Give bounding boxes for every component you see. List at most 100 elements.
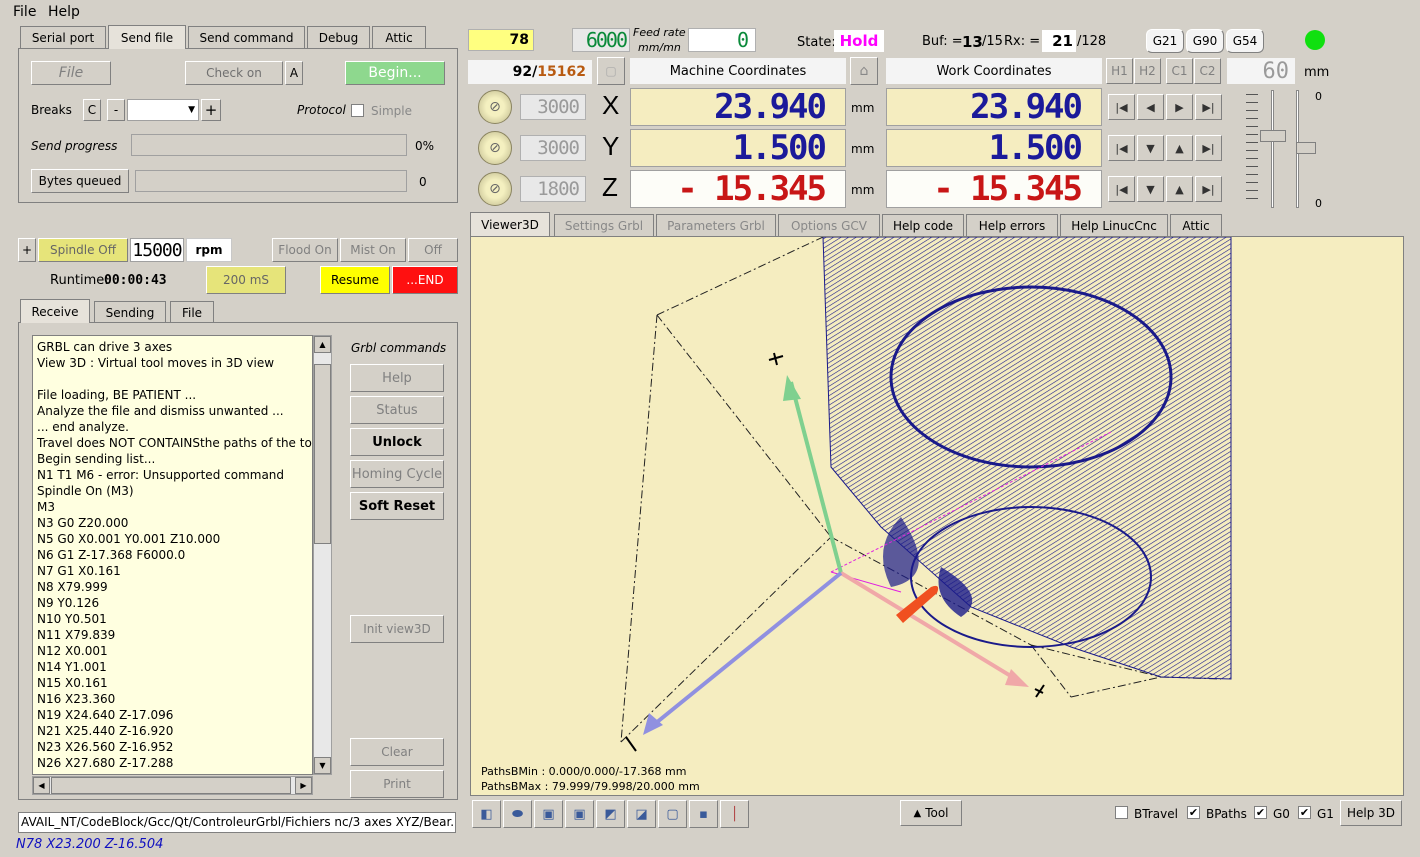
feed-slider-thumb[interactable] (1260, 130, 1286, 142)
soft-reset-button[interactable]: Soft Reset (350, 492, 444, 520)
tab-viewer3d[interactable]: Viewer3D (470, 212, 550, 236)
simple-checkbox[interactable] (351, 104, 364, 117)
tab-settings-grbl[interactable]: Settings Grbl (554, 214, 654, 236)
mist-on-button[interactable]: Mist On (340, 238, 406, 262)
btravel-checkbox[interactable] (1115, 806, 1128, 819)
view-back-icon[interactable]: ▣ (565, 800, 594, 828)
bytes-queued-button[interactable]: Bytes queued (31, 169, 129, 193)
tab-options-gcv[interactable]: Options GCV (778, 214, 880, 236)
begin-button[interactable]: Begin... (345, 61, 445, 85)
scroll-thumb[interactable] (314, 364, 331, 544)
view-wire-icon[interactable]: ▢ (658, 800, 687, 828)
log-hscrollbar[interactable]: ◀ ▶ (32, 776, 313, 795)
tab-attic[interactable]: Attic (372, 26, 426, 48)
view-left-icon[interactable]: ◩ (596, 800, 625, 828)
y-speed-display[interactable]: 3000 (520, 135, 586, 161)
h2-button[interactable]: H2 (1134, 58, 1161, 84)
spindle-plus-button[interactable]: + (18, 238, 36, 262)
view-iso-icon[interactable]: ◧ (472, 800, 501, 828)
tab-file[interactable]: File (170, 301, 214, 323)
x-jog-minus-icon[interactable]: ◀ (1137, 94, 1164, 120)
home-icon[interactable]: ⌂ (850, 57, 878, 85)
grbl-help-button[interactable]: Help (350, 364, 444, 392)
view-front-icon[interactable]: ▣ (534, 800, 563, 828)
zero-machine-icon[interactable]: ▢ (597, 57, 625, 85)
end-button[interactable]: ...END (392, 266, 458, 294)
print-button[interactable]: Print (350, 770, 444, 798)
tab-sending[interactable]: Sending (94, 301, 166, 323)
check-on-button[interactable]: Check on (185, 61, 283, 85)
tab-attic-right[interactable]: Attic (1170, 214, 1222, 236)
g0-checkbox[interactable]: ✔ (1254, 806, 1267, 819)
scroll-up-icon[interactable]: ▲ (314, 336, 331, 353)
tab-help-errors[interactable]: Help errors (966, 214, 1058, 236)
flood-on-button[interactable]: Flood On (272, 238, 338, 262)
g21-button[interactable]: G21 (1146, 29, 1184, 53)
scroll-down-icon[interactable]: ▼ (314, 757, 331, 774)
z-jog-minus-icon[interactable]: ▼ (1137, 176, 1164, 202)
scroll-left-icon[interactable]: ◀ (33, 777, 50, 794)
log-scrollbar[interactable]: ▲ ▼ (313, 335, 332, 775)
z-speed-dial-icon[interactable]: ⊘ (478, 172, 512, 206)
help-3d-button[interactable]: Help 3D (1340, 800, 1402, 826)
x-jog-plus-icon[interactable]: ▶ (1166, 94, 1193, 120)
clear-button[interactable]: Clear (350, 738, 444, 766)
spindle-off-button[interactable]: Spindle Off (38, 238, 128, 262)
menu-help[interactable]: Help (48, 4, 80, 20)
spindle-slider[interactable] (1290, 90, 1320, 208)
z-speed-display[interactable]: 1800 (520, 176, 586, 202)
g54-button[interactable]: G54 (1226, 29, 1264, 53)
interval-button[interactable]: 200 mS (206, 266, 286, 294)
spindle-slider-thumb[interactable] (1296, 142, 1316, 154)
tab-help-code[interactable]: Help code (882, 214, 964, 236)
tab-receive[interactable]: Receive (20, 299, 90, 323)
hscroll-thumb[interactable] (51, 777, 291, 794)
y-jog-first-icon[interactable]: |◀ (1108, 135, 1135, 161)
c2-button[interactable]: C2 (1194, 58, 1221, 84)
viewer3d-canvas[interactable]: PathsBMin : 0.000/0.000/-17.368 mm Paths… (470, 236, 1404, 796)
y-jog-last-icon[interactable]: ▶| (1195, 135, 1222, 161)
breaks-c-button[interactable]: C (83, 99, 101, 121)
g1-checkbox[interactable]: ✔ (1298, 806, 1311, 819)
y-speed-dial-icon[interactable]: ⊘ (478, 131, 512, 165)
view-flat-icon[interactable]: ▪ (689, 800, 718, 828)
homing-cycle-button[interactable]: Homing Cycle (350, 460, 444, 488)
y-jog-plus-icon[interactable]: ▲ (1166, 135, 1193, 161)
tab-serial-port[interactable]: Serial port (20, 26, 106, 48)
z-jog-plus-icon[interactable]: ▲ (1166, 176, 1193, 202)
view-right-icon[interactable]: ◪ (627, 800, 656, 828)
breaks-select[interactable]: ▼ (127, 99, 199, 121)
coolant-off-button[interactable]: Off (408, 238, 458, 262)
tab-debug[interactable]: Debug (307, 26, 370, 48)
breaks-minus-button[interactable]: - (107, 99, 125, 121)
tab-help-linuccnc[interactable]: Help LinucCnc (1060, 214, 1168, 236)
menu-file[interactable]: File (13, 4, 36, 20)
z-jog-first-icon[interactable]: |◀ (1108, 176, 1135, 202)
view-up-icon[interactable]: ⬬ (503, 800, 532, 828)
x-speed-dial-icon[interactable]: ⊘ (478, 90, 512, 124)
bpaths-checkbox[interactable]: ✔ (1187, 806, 1200, 819)
receive-log[interactable]: GRBL can drive 3 axes View 3D : Virtual t… (32, 335, 313, 775)
init-view3d-button[interactable]: Init view3D (350, 615, 444, 643)
feed-slider[interactable] (1246, 90, 1286, 208)
h1-button[interactable]: H1 (1106, 58, 1133, 84)
tab-send-file[interactable]: Send file (108, 25, 186, 49)
tab-send-command[interactable]: Send command (188, 26, 305, 48)
x-jog-first-icon[interactable]: |◀ (1108, 94, 1135, 120)
tab-parameters-grbl[interactable]: Parameters Grbl (656, 214, 776, 236)
x-jog-last-icon[interactable]: ▶| (1195, 94, 1222, 120)
c1-button[interactable]: C1 (1166, 58, 1193, 84)
tool-toggle-icon[interactable]: │ (720, 800, 749, 828)
file-button[interactable]: File (31, 61, 111, 85)
check-a-button[interactable]: A (285, 61, 303, 85)
breaks-plus-button[interactable]: + (201, 99, 221, 121)
scroll-right-icon[interactable]: ▶ (295, 777, 312, 794)
resume-button[interactable]: Resume (320, 266, 390, 294)
grbl-status-button[interactable]: Status (350, 396, 444, 424)
y-jog-minus-icon[interactable]: ▼ (1137, 135, 1164, 161)
g90-button[interactable]: G90 (1186, 29, 1224, 53)
x-speed-display[interactable]: 3000 (520, 94, 586, 120)
tool-menu-button[interactable]: ▲ Tool (900, 800, 962, 826)
spindle-speed-field[interactable]: 15000 (130, 238, 184, 262)
z-jog-last-icon[interactable]: ▶| (1195, 176, 1222, 202)
